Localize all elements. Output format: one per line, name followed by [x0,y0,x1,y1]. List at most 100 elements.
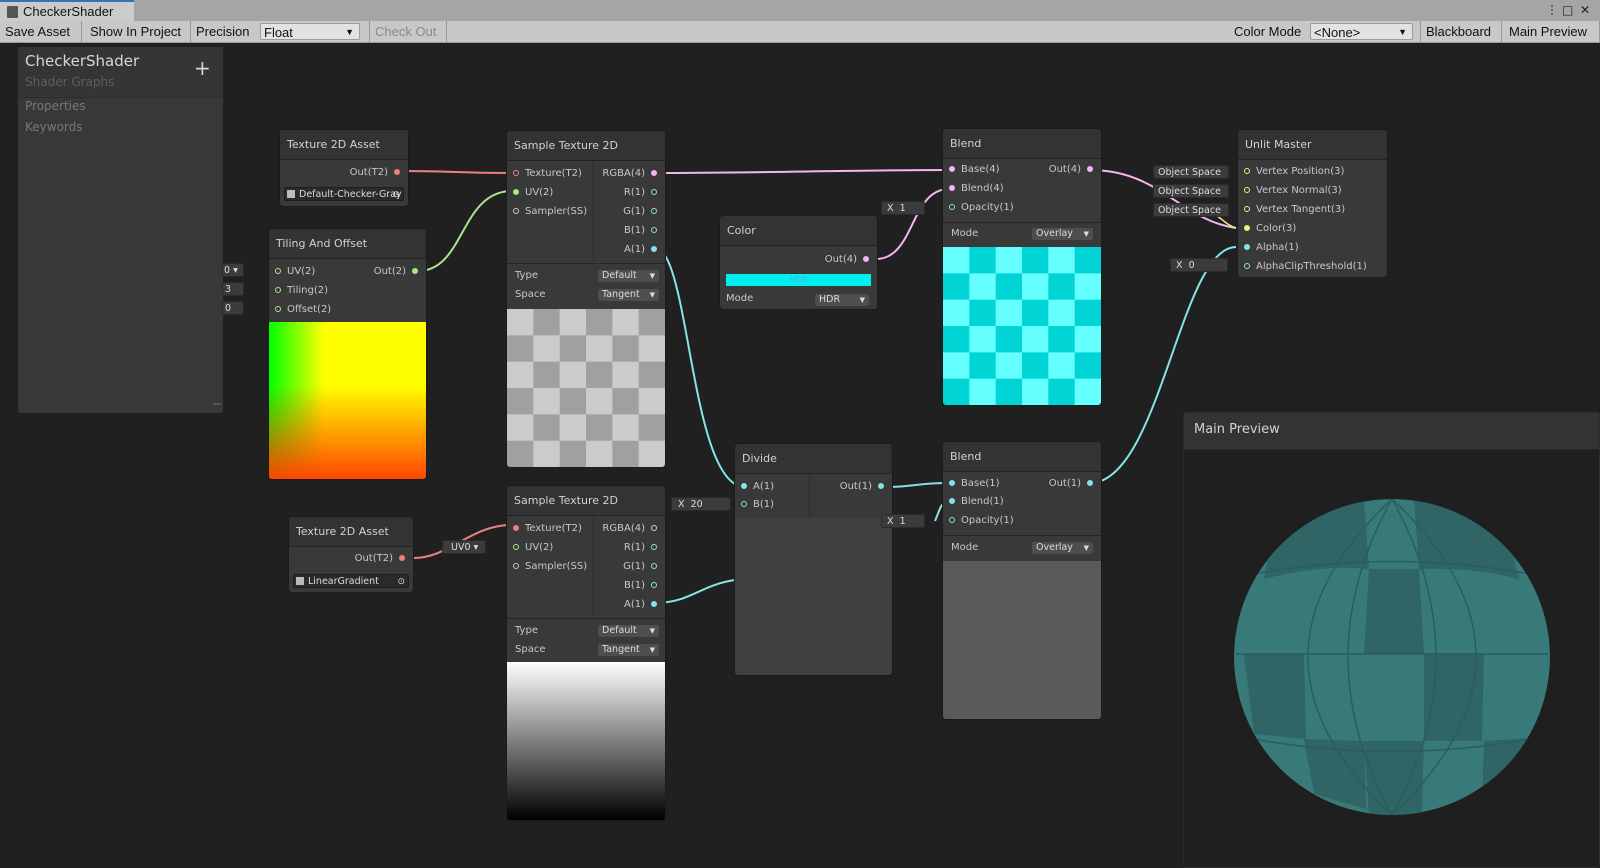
node-unlit-master[interactable]: Unlit Master Vertex Position(3) Vertex N… [1238,130,1387,277]
in-port-vertex-tangent[interactable]: Vertex Tangent(3) [1244,203,1345,217]
port-dot[interactable] [1244,244,1250,250]
in-port-base[interactable]: Base(4) [949,163,1000,177]
color-swatch[interactable]: HDR [726,274,871,286]
out-port[interactable]: Out(4) [1049,163,1093,177]
out-port-r[interactable]: R(1) [624,186,657,200]
out-port-rgba[interactable]: RGBA(4) [602,522,657,536]
port-dot[interactable] [399,555,405,561]
out-port-g[interactable]: G(1) [623,560,657,574]
in-port-vertex-normal[interactable]: Vertex Normal(3) [1244,184,1342,198]
in-port-opacity[interactable]: Opacity(1) [949,514,1014,528]
node-tiling-and-offset[interactable]: Tiling And Offset UV(2) Tiling(2) Offset… [269,229,426,479]
port-dot[interactable] [651,189,657,195]
port-dot[interactable] [513,544,519,550]
port-dot[interactable] [513,208,519,214]
type-dropdown[interactable]: Default ▼ [598,270,659,282]
port-dot[interactable] [1087,166,1093,172]
port-dot[interactable] [513,170,519,176]
in-port-color[interactable]: Color(3) [1244,222,1296,236]
mode-dropdown[interactable]: HDR ▼ [815,294,869,306]
alpha-clip-input-field[interactable]: X 0 [1170,258,1228,272]
in-port-blend[interactable]: Blend(4) [949,182,1004,196]
space-dropdown[interactable]: Tangent ▼ [598,289,659,301]
vertex-normal-space-chip[interactable]: Object Space [1153,184,1229,198]
port-dot[interactable] [651,525,657,531]
out-port[interactable]: Out(T2) [355,552,405,566]
port-dot[interactable] [949,498,955,504]
port-dot[interactable] [651,208,657,214]
tiling-input-field[interactable]: 3 [222,282,244,296]
port-dot[interactable] [275,287,281,293]
port-dot[interactable] [275,306,281,312]
node-texture-2d-asset[interactable]: Texture 2D Asset Out(T2) Default-Checker… [280,130,408,206]
in-port-uv[interactable]: UV(2) [513,186,553,200]
out-port[interactable]: Out(2) [374,265,418,279]
out-port[interactable]: Out(T2) [350,166,400,180]
in-port-opacity[interactable]: Opacity(1) [949,201,1014,215]
main-preview-panel[interactable]: Main Preview [1183,412,1600,868]
node-blend[interactable]: Blend Base(1) Blend(1) Opacity(1) Out(1)… [943,442,1101,719]
in-port-texture[interactable]: Texture(T2) [513,522,582,536]
in-port-base[interactable]: Base(1) [949,477,1000,491]
in-port-sampler[interactable]: Sampler(SS) [513,560,587,574]
out-port[interactable]: Out(1) [1049,477,1093,491]
out-port-b[interactable]: B(1) [624,579,657,593]
port-dot[interactable] [394,169,400,175]
out-port[interactable]: Out(4) [825,253,869,267]
port-dot[interactable] [513,189,519,195]
type-dropdown[interactable]: Default ▼ [598,625,659,637]
in-port-tiling[interactable]: Tiling(2) [275,284,328,298]
port-dot[interactable] [1244,225,1250,231]
port-dot[interactable] [412,268,418,274]
port-dot[interactable] [651,582,657,588]
in-port-offset[interactable]: Offset(2) [275,303,331,317]
port-dot[interactable] [949,480,955,486]
texture-asset-field[interactable]: LinearGradient ⊙ [293,574,409,588]
port-dot[interactable] [1087,480,1093,486]
port-dot[interactable] [741,483,747,489]
out-port-b[interactable]: B(1) [624,224,657,238]
node-divide[interactable]: Divide A(1) B(1) Out(1) [735,444,892,675]
opacity-input-field[interactable]: X 1 [881,201,925,215]
port-dot[interactable] [513,525,519,531]
port-dot[interactable] [949,517,955,523]
port-dot[interactable] [878,483,884,489]
port-dot[interactable] [863,256,869,262]
in-port-vertex-position[interactable]: Vertex Position(3) [1244,165,1344,179]
opacity-input-field[interactable]: X 1 [881,514,925,528]
port-dot[interactable] [741,501,747,507]
port-dot[interactable] [949,185,955,191]
port-dot[interactable] [651,227,657,233]
in-port-alpha[interactable]: Alpha(1) [1244,241,1299,255]
in-port-uv[interactable]: UV(2) [275,265,315,279]
divide-b-input-field[interactable]: X 20 [671,497,731,511]
in-port-texture[interactable]: Texture(T2) [513,167,582,181]
in-port-uv[interactable]: UV(2) [513,541,553,555]
port-dot[interactable] [275,268,281,274]
in-port-alpha-clip-threshold[interactable]: AlphaClipThreshold(1) [1244,260,1367,274]
object-picker-icon[interactable]: ⊙ [392,188,400,202]
port-dot[interactable] [651,563,657,569]
blend-mode-dropdown[interactable]: Overlay ▼ [1032,228,1093,240]
in-port-sampler[interactable]: Sampler(SS) [513,205,587,219]
node-blend[interactable]: Blend Base(4) Blend(4) Opacity(1) Out(4)… [943,129,1101,405]
space-dropdown[interactable]: Tangent ▼ [598,644,659,656]
in-port-b[interactable]: B(1) [741,498,774,512]
port-dot[interactable] [651,170,657,176]
out-port-a[interactable]: A(1) [624,243,657,257]
out-port[interactable]: Out(1) [840,480,884,494]
port-dot[interactable] [1244,168,1250,174]
port-dot[interactable] [513,563,519,569]
port-dot[interactable] [651,544,657,550]
in-port-blend[interactable]: Blend(1) [949,495,1004,509]
texture-asset-field[interactable]: Default-Checker-Gray ⊙ [284,187,404,201]
out-port-g[interactable]: G(1) [623,205,657,219]
out-port-r[interactable]: R(1) [624,541,657,555]
node-color[interactable]: Color Out(4) HDR Mode HDR ▼ [720,216,877,309]
node-sample-texture-2d[interactable]: Sample Texture 2D Texture(T2) UV(2) Samp… [507,131,665,467]
node-sample-texture-2d[interactable]: Sample Texture 2D Texture(T2) UV(2) Samp… [507,486,665,820]
port-dot[interactable] [1244,263,1250,269]
node-texture-2d-asset[interactable]: Texture 2D Asset Out(T2) LinearGradient … [289,517,413,592]
port-dot[interactable] [1244,206,1250,212]
port-dot[interactable] [949,204,955,210]
